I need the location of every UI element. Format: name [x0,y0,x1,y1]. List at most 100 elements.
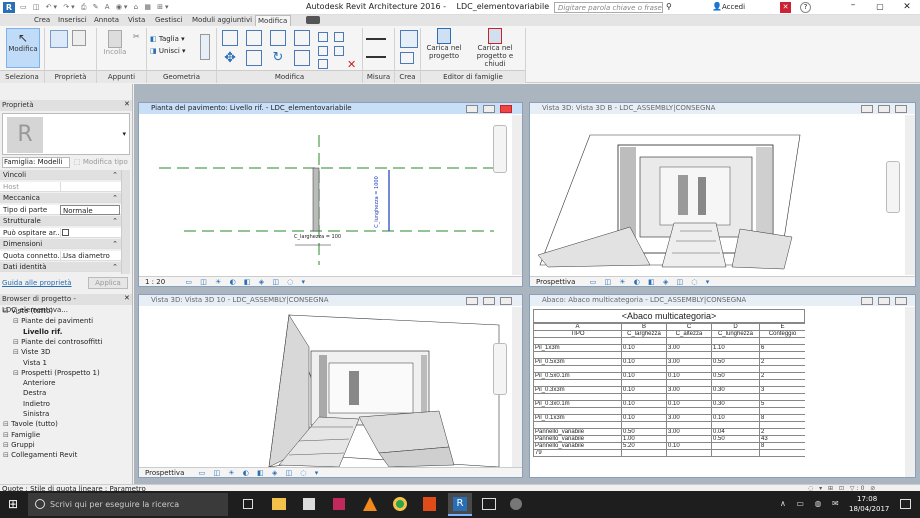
align-icon[interactable] [222,30,238,46]
schedule-cell[interactable] [711,365,760,373]
browser-tree-item[interactable]: Livello rif. [23,327,62,337]
schedule-cell[interactable] [759,449,805,457]
schedule-row[interactable]: Pil_0.3x3m 0.10 3.00 0.30 3 [533,386,805,394]
schedule-cell[interactable]: Pil_0.5x3m [533,358,622,366]
schedule-cell[interactable] [759,393,805,401]
schedule-row[interactable] [533,379,805,387]
ribbon-toggle-icon[interactable] [306,16,320,24]
schedule-cell[interactable] [533,337,622,345]
photos-icon[interactable] [482,498,496,510]
schedule-row[interactable]: Pil_1x3m 0.10 3.00 1.10 6 [533,344,805,352]
pin-icon[interactable] [334,32,344,42]
schedule-cell[interactable]: 2 [759,372,805,380]
schedule-cell[interactable]: 0.30 [711,386,760,394]
schedule-cell[interactable]: Pannello_variabile [533,435,622,443]
schedule-cell[interactable]: Pil_0.3x0.1m [533,400,622,408]
schedule-cell[interactable] [666,421,712,429]
browser-tree-item[interactable]: ⊟ Gruppi [3,440,35,450]
dropdown-arrow-icon[interactable]: ▾ [122,130,126,138]
schedule-cell[interactable] [759,407,805,415]
schedule-table[interactable]: A B C D E TIPO C_larghezza C_altezza C_lunghezza… [533,323,805,457]
3d-view-b[interactable]: Vista 3D: Vista 3D B - LDC_ASSEMBLY|CONS… [529,102,916,287]
browser-tree-item[interactable]: Sinistra [23,409,49,419]
schedule-cell[interactable] [666,379,712,387]
browser-tree-item[interactable]: Destra [23,388,46,398]
taskbar-search-box[interactable]: Scrivi qui per eseguire la ricerca [28,493,228,516]
property-value[interactable] [60,181,120,192]
schedule-cell[interactable]: 0.10 [621,414,667,422]
mirror-axis-icon[interactable] [270,30,286,46]
view-restore-button[interactable] [483,105,495,113]
schedule-cell[interactable]: Pil_1x3m [533,344,622,352]
schedule-cell[interactable] [621,407,667,415]
schedule-cell[interactable]: C_altezza [666,330,712,338]
tree-expand-icon[interactable]: ⊟ [13,338,21,346]
schedule-row[interactable] [533,421,805,429]
schedule-cell[interactable]: 3 [759,386,805,394]
task-view-icon[interactable] [243,499,253,509]
apply-button[interactable]: Applica [88,277,128,289]
view-minimize-button[interactable] [861,105,873,113]
view-b-vertical-scrollbar[interactable] [905,115,915,275]
schedule-cell[interactable]: 0.50 [621,428,667,436]
schedule-cell[interactable]: 3.00 [666,358,712,366]
schedule-cell[interactable]: 0.10 [621,386,667,394]
minimize-button[interactable]: – [843,0,863,14]
create-sub-icon[interactable] [400,52,414,64]
schedule-cell[interactable]: D [711,323,760,331]
tab-inserisci[interactable]: Inserisci [56,15,89,26]
quick-access-toolbar[interactable]: ▭ ◫ ↶▾ ↷▾ ⎙ ✎ A ◉▾ ⌂ ▦ ⊞▾ [20,3,280,12]
schedule-row[interactable] [533,351,805,359]
array-icon[interactable] [318,46,328,56]
clock-date[interactable]: 18/04/2017 [849,505,889,513]
cut-icon[interactable]: ✂ [133,32,140,41]
properties-section-header[interactable]: Dimensioni ⌃ [0,239,121,249]
app-icon[interactable]: R [3,2,15,13]
schedule-cell[interactable]: 8 [759,442,805,450]
load-and-close-button[interactable]: Carica nel progetto e chiudi [468,28,522,68]
notifications-icon[interactable] [900,499,911,509]
dimension-icon[interactable] [366,50,386,58]
schedule-cell[interactable]: 3.00 [666,414,712,422]
copy-icon[interactable] [246,50,262,66]
schedule-cell[interactable] [711,351,760,359]
schedule-cell[interactable]: C_lunghezza [711,330,760,338]
cut-geometry-button[interactable]: ◧ Taglia ▾ [150,35,185,43]
schedule-row[interactable] [533,337,805,345]
sign-in-button[interactable]: Accedi [722,3,745,11]
schedule-cell[interactable] [666,365,712,373]
join-geometry-button[interactable]: ◨ Unisci ▾ [150,47,186,55]
schedule-cell[interactable] [666,435,712,443]
rotate-icon[interactable]: ↻ [270,50,286,66]
schedule-cell[interactable] [621,337,667,345]
search-input[interactable]: Digitare parola chiave o frase [554,2,663,13]
properties-section-header[interactable]: Strutturale ⌃ [0,216,121,226]
paste-button[interactable]: Incolla [100,30,130,68]
schedule-cell[interactable]: 0.10 [621,344,667,352]
split-icon[interactable] [318,32,328,42]
browser-tree-item[interactable]: ⊟ Tavole (tutto) [3,419,58,429]
3d-view-10[interactable]: Vista 3D: Vista 3D 10 - LDC_ASSEMBLY|CON… [138,294,523,478]
schedule-cell[interactable]: E [759,323,805,331]
scale-icon[interactable] [318,59,328,69]
schedule-cell[interactable]: C [666,323,712,331]
schedule-cell[interactable]: Pannello_variabile [533,442,622,450]
schedule-cell[interactable] [711,393,760,401]
schedule-cell[interactable]: 0.10 [666,372,712,380]
properties-close-icon[interactable]: ✕ [124,100,130,108]
help-icon[interactable]: ? [800,2,811,13]
schedule-cell[interactable] [621,351,667,359]
view-control-icons[interactable]: ▭ ◫ ☀ ◐ ◧ ◈ ◫ ◌ ▾ [590,278,713,286]
binoculars-icon[interactable]: ⚲ [666,2,672,11]
collapse-icon[interactable]: ⌃ [112,239,118,249]
schedule-row[interactable]: Pannello_variabile 1.00 0.50 43 [533,435,805,443]
floor-plan-view[interactable]: Pianta del pavimento: Livello rif. - LDC… [138,102,523,287]
schedule-cell[interactable] [666,449,712,457]
schedule-cell[interactable]: 0.10 [711,414,760,422]
maximize-button[interactable]: ▢ [870,0,890,14]
view-minimize-button[interactable] [861,297,873,305]
property-value[interactable]: Usa diametro [60,250,120,261]
schedule-view[interactable]: Abaco: Abaco multicategoria - LDC_ASSEMB… [529,294,916,478]
schedule-cell[interactable]: 3.00 [666,344,712,352]
collapse-icon[interactable]: ⌃ [112,193,118,203]
